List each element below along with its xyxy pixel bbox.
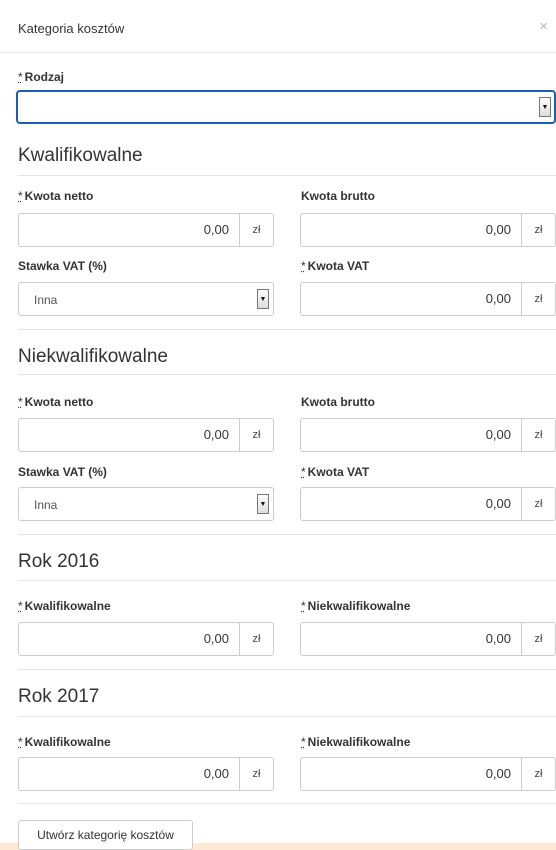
y2017-kwal-field[interactable]: 0,00 zł [18, 757, 274, 791]
y2017-niekwal-input[interactable]: 0,00 [300, 757, 522, 791]
qualified-brutto-label: Kwota brutto [301, 189, 375, 203]
y2016-kwal-input[interactable]: 0,00 [18, 622, 240, 656]
qualified-vat-input[interactable]: 0,00 [300, 282, 522, 316]
qualified-netto-label: * Kwota netto [18, 189, 93, 203]
required-mark: * [301, 465, 306, 479]
nonqualified-vat-input[interactable]: 0,00 [300, 487, 522, 521]
required-mark: * [18, 599, 23, 613]
nonqualified-netto-label-text: Kwota netto [24, 395, 94, 409]
y2017-niekwal-field[interactable]: 0,00 zł [300, 757, 556, 791]
qualified-vat-field[interactable]: 0,00 zł [300, 282, 556, 316]
nonqualified-brutto-input[interactable]: 0,00 [300, 418, 522, 452]
qualified-netto-label-text: Kwota netto [24, 189, 94, 203]
dropdown-arrow-icon: ▼ [257, 289, 269, 309]
section-title-2017: Rok 2017 [18, 686, 100, 707]
required-mark: * [18, 735, 23, 749]
required-mark: * [301, 599, 306, 613]
section-title-nonqualified: Niekwalifikowalne [18, 346, 168, 367]
y2016-niekwal-label-text: Niekwalifikowalne [307, 599, 411, 613]
currency-addon: zł [239, 757, 274, 791]
divider [18, 669, 556, 670]
y2017-kwal-label-text: Kwalifikowalne [24, 735, 111, 749]
modal-dialog: Kategoria kosztów × * Rodzaj ▼ Kwalifikow… [0, 0, 556, 850]
qualified-netto-field[interactable]: 0,00 zł [18, 213, 274, 247]
nonqualified-vat-rate-select[interactable]: Inna ▼ [18, 487, 274, 521]
select-value: Inna [34, 498, 58, 512]
divider [18, 329, 556, 330]
nonqualified-netto-field[interactable]: 0,00 zł [18, 418, 274, 452]
divider [18, 580, 556, 581]
currency-addon: zł [521, 213, 556, 247]
divider [18, 534, 556, 535]
qualified-vat-label: * Kwota VAT [301, 259, 369, 273]
qualified-vat-rate-select[interactable]: Inna ▼ [18, 282, 274, 316]
rodzaj-label: * Rodzaj [18, 70, 64, 84]
qualified-vat-rate-label: Stawka VAT (%) [18, 259, 107, 273]
nonqualified-brutto-field[interactable]: 0,00 zł [300, 418, 556, 452]
currency-addon: zł [239, 622, 274, 656]
divider [18, 716, 556, 717]
nonqualified-vat-field[interactable]: 0,00 zł [300, 487, 556, 521]
qualified-brutto-input[interactable]: 0,00 [300, 213, 522, 247]
currency-addon: zł [239, 418, 274, 452]
rodzaj-label-text: Rodzaj [24, 70, 65, 84]
y2017-kwal-label: * Kwalifikowalne [18, 735, 111, 749]
divider [18, 803, 556, 804]
select-value: Inna [34, 293, 58, 307]
currency-addon: zł [521, 757, 556, 791]
dropdown-arrow-icon: ▼ [257, 494, 269, 514]
nonqualified-brutto-label: Kwota brutto [301, 395, 375, 409]
nonqualified-vat-rate-label: Stawka VAT (%) [18, 465, 107, 479]
qualified-netto-input[interactable]: 0,00 [18, 213, 240, 247]
create-category-button[interactable]: Utwórz kategorię kosztów [18, 820, 193, 850]
y2016-kwal-field[interactable]: 0,00 zł [18, 622, 274, 656]
required-mark: * [18, 395, 23, 409]
modal-header: Kategoria kosztów × [0, 0, 556, 53]
rodzaj-select[interactable]: ▼ [16, 90, 556, 124]
y2016-niekwal-label: * Niekwalifikowalne [301, 599, 410, 613]
y2017-kwal-input[interactable]: 0,00 [18, 757, 240, 791]
y2017-niekwal-label: * Niekwalifikowalne [301, 735, 410, 749]
qualified-brutto-field[interactable]: 0,00 zł [300, 213, 556, 247]
currency-addon: zł [521, 487, 556, 521]
currency-addon: zł [239, 213, 274, 247]
dropdown-arrow-icon: ▼ [539, 97, 551, 117]
y2016-kwal-label: * Kwalifikowalne [18, 599, 111, 613]
nonqualified-netto-label: * Kwota netto [18, 395, 93, 409]
currency-addon: zł [521, 622, 556, 656]
y2017-niekwal-label-text: Niekwalifikowalne [307, 735, 411, 749]
section-title-qualified: Kwalifikowalne [18, 145, 143, 166]
modal-title: Kategoria kosztów [18, 21, 125, 36]
required-mark: * [18, 189, 23, 203]
required-mark: * [301, 259, 306, 273]
required-mark: * [18, 70, 23, 84]
currency-addon: zł [521, 282, 556, 316]
y2016-kwal-label-text: Kwalifikowalne [24, 599, 111, 613]
nonqualified-vat-label: * Kwota VAT [301, 465, 369, 479]
required-mark: * [301, 735, 306, 749]
qualified-vat-label-text: Kwota VAT [307, 259, 370, 273]
divider [18, 374, 556, 375]
nonqualified-netto-input[interactable]: 0,00 [18, 418, 240, 452]
y2016-niekwal-field[interactable]: 0,00 zł [300, 622, 556, 656]
divider [18, 175, 556, 176]
currency-addon: zł [521, 418, 556, 452]
section-title-2016: Rok 2016 [18, 551, 100, 572]
nonqualified-vat-label-text: Kwota VAT [307, 465, 370, 479]
y2016-niekwal-input[interactable]: 0,00 [300, 622, 522, 656]
close-icon[interactable]: × [539, 18, 548, 35]
